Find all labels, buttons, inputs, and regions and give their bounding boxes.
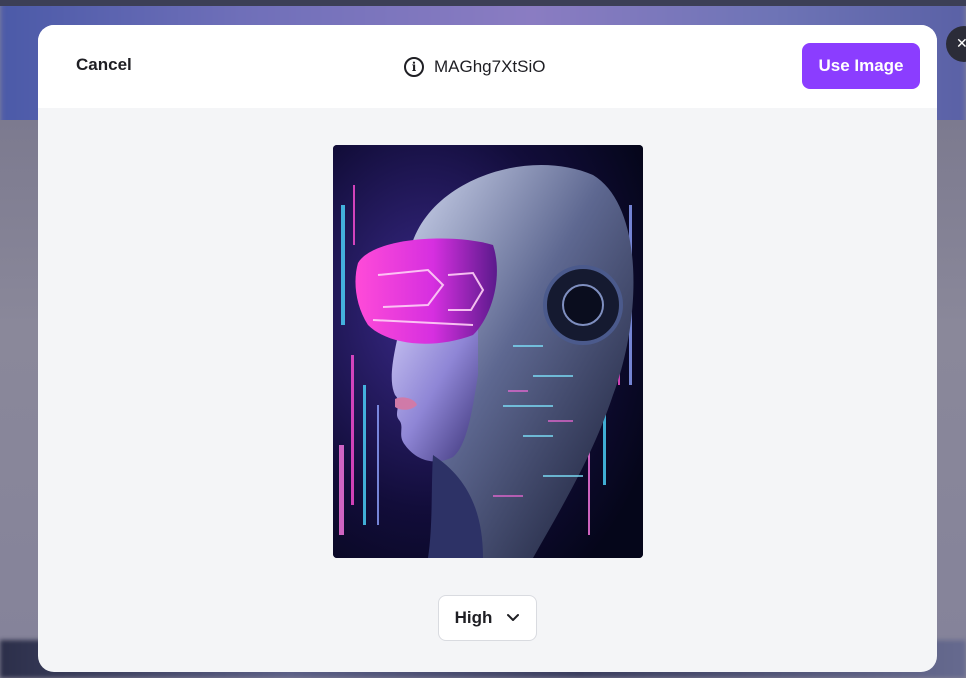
preview-image (333, 145, 643, 558)
cancel-button[interactable]: Cancel (76, 55, 132, 75)
quality-select[interactable]: High (438, 595, 537, 641)
cyborg-illustration (333, 145, 643, 558)
chevron-down-icon (506, 613, 520, 623)
quality-selected-value: High (454, 608, 493, 627)
image-id-text: MAGhg7XtSiO (434, 57, 546, 76)
image-title: i MAGhg7XtSiO (404, 55, 546, 79)
info-icon[interactable]: i (404, 57, 424, 77)
image-preview-modal: Cancel i MAGhg7XtSiO Use Image High (38, 25, 937, 672)
modal-header: Cancel i MAGhg7XtSiO Use Image (38, 25, 937, 108)
use-image-button[interactable]: Use Image (802, 43, 920, 89)
background-topline (0, 0, 966, 6)
